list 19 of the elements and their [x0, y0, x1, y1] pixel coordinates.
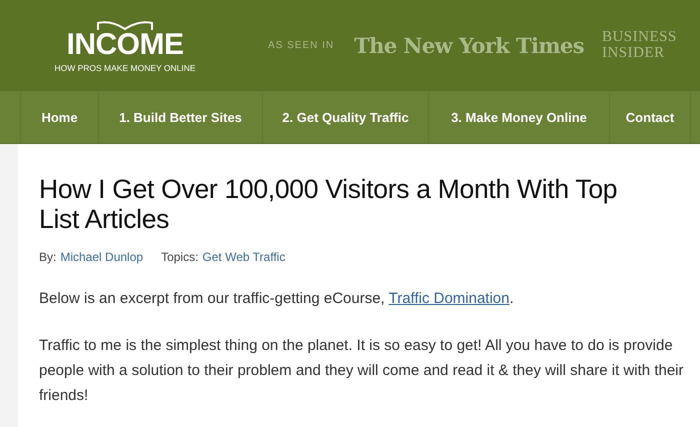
book-icon — [96, 21, 154, 31]
tagline: HOW PROS MAKE MONEY ONLINE — [54, 63, 196, 73]
author-link[interactable]: Michael Dunlop — [60, 250, 144, 264]
topics-label: Topics: — [161, 250, 198, 264]
article-title: How I Get Over 100,000 Visitors a Month With Top List Articles — [39, 174, 618, 234]
nav-item[interactable]: 1. Build Better Sites — [99, 91, 263, 143]
nav-item[interactable]: 3. Make Money Online — [429, 91, 610, 143]
course-link[interactable]: Traffic Domination — [388, 290, 510, 307]
as-seen-in-label: AS SEEN IN — [268, 40, 334, 50]
logo-text[interactable]: INCOME — [66, 31, 184, 59]
press-logo: BUSINESS INSIDER — [602, 29, 678, 61]
nav-item[interactable]: Contact — [610, 91, 691, 143]
byline-label: By: — [39, 250, 56, 264]
nav-item[interactable]: 2. Get Quality Traffic — [263, 91, 429, 143]
nav-item[interactable]: Home — [21, 91, 99, 143]
topic-link[interactable]: Get Web Traffic — [202, 250, 286, 264]
press-logo: The New York Times — [354, 32, 584, 58]
body-paragraph: Traffic to me is the simplest thing on the planet. It is so easy to get! All you have to do is provide people with a solution to their problem and they will come and read it & they will share it with their friends! — [39, 336, 684, 406]
intro-paragraph: Below is an excerpt from our traffic-getting eCourse, Traffic Domination. — [39, 289, 515, 309]
